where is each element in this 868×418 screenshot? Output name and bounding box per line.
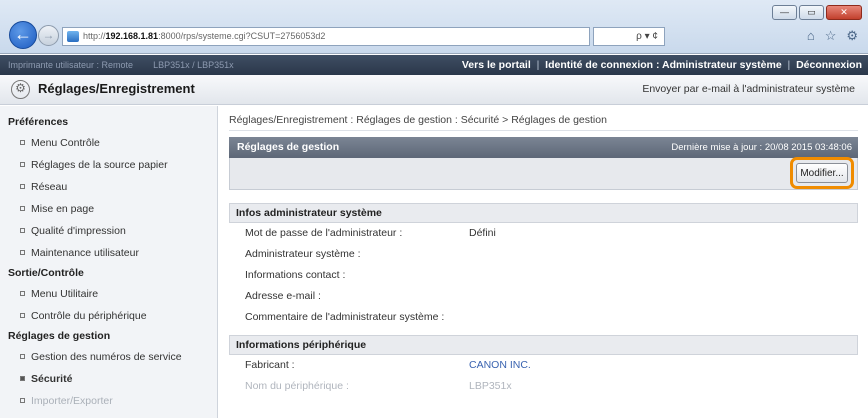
login-identity: Identité de connexion : Administrateur s…	[545, 59, 782, 71]
page-header: ⚙ Réglages/Enregistrement Envoyer par e-…	[0, 75, 868, 105]
admin-info-section: Infos administrateur système Mot de pass…	[229, 203, 858, 328]
sidebar-item-controle-peripherique[interactable]: Contrôle du périphérique	[0, 305, 217, 327]
sidebar-item-importer-exporter[interactable]: Importer/Exporter	[0, 390, 217, 412]
sidebar-item-menu-utilitaire[interactable]: Menu Utilitaire	[0, 283, 217, 305]
device-topbar: Imprimante utilisateur : Remote LBP351x …	[0, 55, 868, 75]
info-row-comment: Commentaire de l'administrateur système …	[245, 311, 445, 323]
main-content: Réglages/Enregistrement : Réglages de ge…	[219, 106, 868, 418]
sidebar-section-sortie: Sortie/Contrôle	[8, 267, 84, 279]
last-update-text: Dernière mise à jour : 20/08 2015 03:48:…	[671, 142, 852, 153]
back-button[interactable]: ←	[9, 21, 37, 49]
home-icon[interactable]: ⌂	[807, 28, 815, 44]
maximize-button[interactable]: ▭	[799, 5, 824, 20]
sidebar-item-reseau[interactable]: Réseau	[0, 176, 217, 198]
info-row-system-admin: Administrateur système :	[245, 248, 361, 260]
device-name-value: LBP351x	[469, 380, 512, 392]
url-prefix: http://	[83, 31, 106, 41]
info-row-admin-password: Mot de passe de l'administrateur : Défini	[229, 223, 858, 244]
sidebar-item-mise-en-page[interactable]: Mise en page	[0, 198, 217, 220]
search-refresh-controls[interactable]: ρ ▾ ¢	[593, 27, 665, 46]
device-section-title: Informations périphérique	[229, 335, 858, 355]
sidebar-item-maintenance[interactable]: Maintenance utilisateur	[0, 242, 217, 264]
bullet-icon	[20, 228, 25, 233]
bullet-icon	[20, 291, 25, 296]
info-row-contact: Informations contact :	[245, 269, 346, 281]
sidebar-item-source-papier[interactable]: Réglages de la source papier	[0, 154, 217, 176]
browser-chrome: — ▭ ✕ ← → http://192.168.1.81:8000/rps/s…	[0, 0, 868, 54]
admin-section-title: Infos administrateur système	[229, 203, 858, 223]
panel-header: Réglages de gestion Dernière mise à jour…	[229, 137, 858, 158]
arrow-right-icon: →	[42, 28, 55, 42]
forward-button[interactable]: →	[38, 25, 59, 46]
breadcrumb: Réglages/Enregistrement : Réglages de ge…	[229, 114, 858, 131]
star-icon[interactable]: ☆	[825, 28, 837, 44]
close-window-button[interactable]: ✕	[826, 5, 862, 20]
address-bar[interactable]: http://192.168.1.81:8000/rps/systeme.cgi…	[62, 27, 590, 46]
sidebar-section-preferences: Préférences	[8, 116, 69, 128]
sidebar: Préférences Menu Contrôle Réglages de la…	[0, 106, 218, 418]
site-favicon-icon	[67, 31, 79, 42]
panel-title: Réglages de gestion	[237, 141, 340, 153]
admin-password-value: Défini	[469, 227, 496, 239]
sidebar-section-gestion: Réglages de gestion	[8, 330, 111, 342]
arrow-left-icon: ←	[14, 24, 32, 44]
info-row-email: Adresse e-mail :	[245, 290, 321, 302]
device-info-section: Informations périphérique Fabricant : CAN…	[229, 335, 858, 397]
device-info-text: Imprimante utilisateur : Remote LBP351x …	[8, 60, 234, 70]
info-row-manufacturer: Fabricant : CANON INC.	[229, 355, 858, 376]
page-title: Réglages/Enregistrement	[38, 81, 195, 96]
logout-link[interactable]: Déconnexion	[796, 59, 862, 71]
panel-actions: Modifier...	[229, 157, 858, 190]
browser-toolbar-icons: ⌂ ☆ ⚙	[807, 28, 858, 44]
url-path: :8000/rps/systeme.cgi?CSUT=2756053d2	[158, 31, 326, 41]
bullet-icon	[20, 184, 25, 189]
info-row-device-name: Nom du périphérique : LBP351x	[229, 376, 858, 397]
portal-link[interactable]: Vers le portail	[462, 59, 531, 71]
sidebar-item-qualite[interactable]: Qualité d'impression	[0, 220, 217, 242]
sidebar-item-securite[interactable]: Sécurité	[0, 368, 217, 390]
edit-button[interactable]: Modifier...	[796, 163, 848, 183]
bullet-icon	[20, 398, 25, 403]
bullet-icon	[20, 140, 25, 145]
gear-icon[interactable]: ⚙	[846, 28, 858, 44]
bullet-icon	[20, 313, 25, 318]
topbar-links: Vers le portail | Identité de connexion …	[461, 59, 862, 71]
bullet-icon	[20, 250, 25, 255]
bullet-icon	[20, 206, 25, 211]
sidebar-item-menu-controle[interactable]: Menu Contrôle	[0, 132, 217, 154]
email-admin-link[interactable]: Envoyer par e-mail à l'administrateur sy…	[642, 83, 855, 95]
bullet-icon	[20, 376, 25, 381]
url-host: 192.168.1.81	[105, 31, 159, 41]
bullet-icon	[20, 162, 25, 167]
window-controls: — ▭ ✕	[772, 5, 862, 20]
manufacturer-value: CANON INC.	[469, 359, 531, 371]
bullet-icon	[20, 354, 25, 359]
minimize-button[interactable]: —	[772, 5, 797, 20]
settings-icon: ⚙	[11, 80, 30, 99]
sidebar-item-numeros-service[interactable]: Gestion des numéros de service	[0, 346, 217, 368]
